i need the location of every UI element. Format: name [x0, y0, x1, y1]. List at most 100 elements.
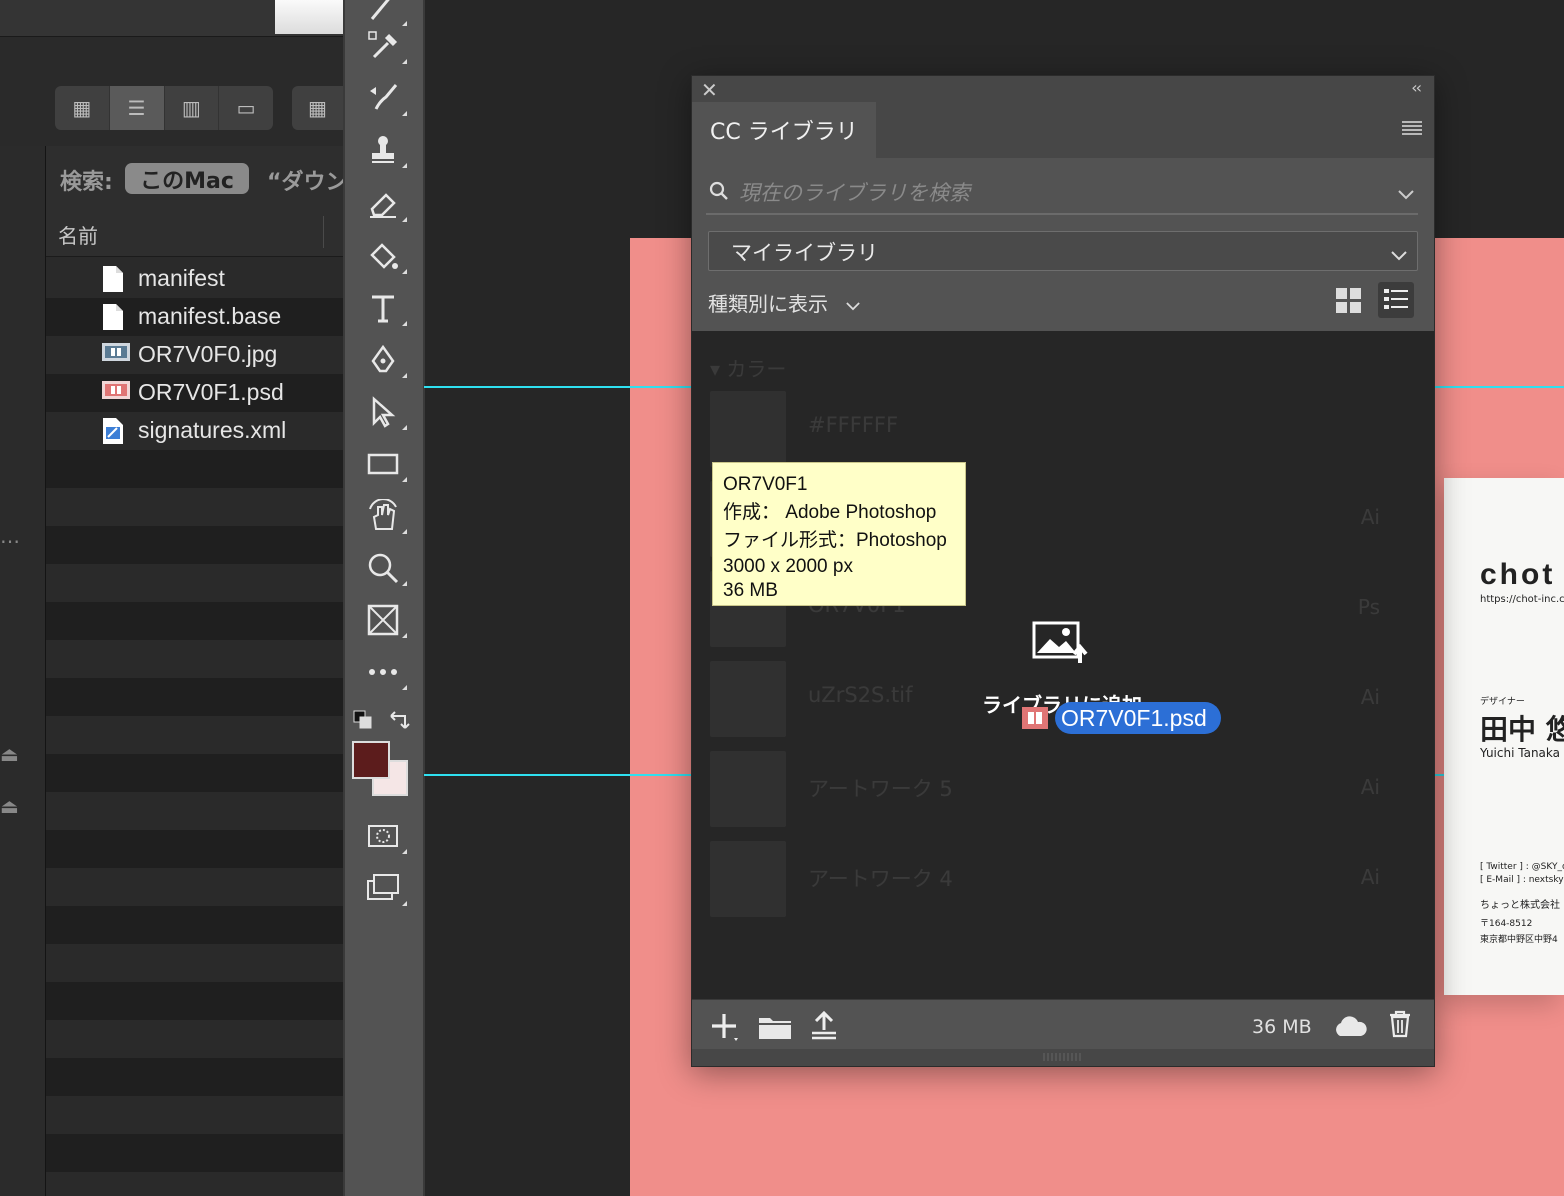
file-name: manifest.base	[138, 303, 282, 329]
file-row[interactable]: manifest.base	[46, 298, 343, 336]
view-mode-segmented-control: ▦ ☰ ▥ ▭	[55, 86, 273, 130]
tooltip-dimensions: 3000 x 2000 px	[723, 556, 853, 577]
tab-cc-libraries[interactable]: CC ライブラリ	[692, 102, 876, 158]
frame-tool-icon[interactable]	[359, 600, 407, 640]
xml-file-icon	[102, 417, 124, 445]
empty-row	[46, 602, 343, 640]
trash-icon[interactable]	[1388, 1010, 1412, 1038]
history-brush-icon[interactable]	[359, 78, 407, 118]
column-view-icon[interactable]: ▥	[165, 86, 220, 130]
eject-icon[interactable]: ⏏	[0, 742, 19, 766]
color-sampler-icon[interactable]	[359, 26, 407, 66]
column-divider[interactable]	[323, 216, 324, 248]
file-list: manifest manifest.base OR7V0F0.jpg OR7V0F1.…	[46, 260, 343, 1196]
eraser-icon[interactable]	[359, 184, 407, 224]
path-selection-icon[interactable]	[359, 392, 407, 432]
file-row[interactable]: OR7V0F0.jpg	[46, 336, 343, 374]
psd-file-icon	[1022, 707, 1048, 729]
empty-row	[46, 1134, 343, 1172]
screen-mode-icon[interactable]	[359, 868, 407, 908]
library-item[interactable]: アートワーク 4 Ai	[710, 841, 1410, 917]
file-row[interactable]: signatures.xml	[46, 412, 343, 450]
panel-menu-icon[interactable]	[1402, 120, 1422, 135]
file-row[interactable]: OR7V0F1.psd	[46, 374, 343, 412]
library-content-area[interactable]: ▾ カラー #FFFFFFAiOR7V0F1PsuZrS2S.tifAiアートワ…	[692, 331, 1434, 999]
collapse-icon[interactable]: ‹‹	[1411, 78, 1422, 97]
add-image-to-library-icon	[1032, 619, 1090, 665]
upload-icon[interactable]	[810, 1010, 838, 1040]
library-item-name: アートワーク 5	[808, 777, 953, 801]
folder-icon[interactable]	[758, 1014, 792, 1040]
empty-row	[46, 450, 343, 488]
empty-row	[46, 1020, 343, 1058]
library-search: 現在のライブラリを検索	[706, 171, 1418, 215]
library-item-app-badge: Ai	[1360, 505, 1380, 529]
default-colors-icon[interactable]	[353, 710, 373, 730]
card-company: ちょっと株式会社	[1480, 900, 1560, 911]
tooltip-title: OR7V0F1	[723, 474, 808, 495]
empty-row	[46, 1058, 343, 1096]
sidebar-ellipsis: …	[0, 524, 20, 548]
pen-tool-icon[interactable]	[359, 340, 407, 380]
chevron-down-icon[interactable]	[1398, 185, 1414, 200]
storage-size: 36 MB	[1252, 1016, 1312, 1038]
card-url: https://chot-inc.c	[1480, 594, 1564, 605]
swap-colors-icon[interactable]	[387, 708, 411, 732]
search-input[interactable]: 現在のライブラリを検索	[739, 177, 970, 207]
psd-file-icon	[102, 379, 130, 407]
jpg-file-icon	[102, 341, 130, 369]
more-tools-icon[interactable]	[359, 652, 407, 692]
panel-tab-bar: CC ライブラリ	[692, 102, 1434, 158]
tooltip-creator: 作成： Adobe Photoshop	[723, 502, 937, 523]
cloud-icon[interactable]	[1332, 1014, 1368, 1038]
library-item[interactable]: #FFFFFF	[710, 391, 1410, 467]
sort-label: 種類別に表示	[708, 292, 828, 316]
rectangle-tool-icon[interactable]	[359, 444, 407, 484]
close-icon[interactable]: ✕	[701, 78, 718, 102]
section-colors-header: ▾ カラー	[710, 357, 787, 381]
file-name: OR7V0F0.jpg	[138, 341, 278, 367]
empty-row	[46, 640, 343, 678]
scope-this-mac-button[interactable]: このMac	[125, 163, 249, 194]
document-icon	[102, 265, 124, 293]
eject-icon[interactable]: ⏏	[0, 794, 19, 818]
group-by-icon[interactable]: ▦	[292, 86, 343, 130]
scope-downloads-button[interactable]: “ダウン	[267, 164, 343, 196]
list-view-icon[interactable]: ☰	[109, 86, 165, 130]
library-item-name: #FFFFFF	[808, 413, 899, 437]
card-email: [ E-Mail ] : nextsky0	[1480, 875, 1564, 885]
paint-bucket-icon[interactable]	[359, 236, 407, 276]
type-tool-icon[interactable]	[359, 288, 407, 328]
icon-view-icon[interactable]: ▦	[55, 86, 110, 130]
quick-mask-icon[interactable]	[359, 816, 407, 856]
gallery-view-icon[interactable]: ▭	[219, 86, 273, 130]
empty-row	[46, 906, 343, 944]
library-item-app-badge: Ai	[1360, 685, 1380, 709]
brush-top-icon[interactable]	[359, 0, 407, 28]
empty-row	[46, 754, 343, 792]
list-view-icon[interactable]	[1378, 282, 1414, 318]
zoom-tool-icon[interactable]	[359, 548, 407, 588]
panel-bottom-bar: 36 MB	[692, 999, 1434, 1050]
rotate-view-hand-icon[interactable]	[359, 496, 407, 536]
stamp-icon[interactable]	[359, 130, 407, 170]
library-select[interactable]: マイライブラリ	[708, 231, 1418, 271]
panel-resize-grip[interactable]	[692, 1049, 1434, 1066]
search-label: 検索:	[60, 170, 113, 195]
grid-view-icon[interactable]	[1334, 286, 1364, 316]
section-colors-label: カラー	[726, 357, 787, 381]
library-item[interactable]: アートワーク 5 Ai	[710, 751, 1410, 827]
foreground-color-swatch[interactable]	[352, 741, 390, 779]
list-header: 名前	[46, 210, 343, 257]
file-row[interactable]: manifest	[46, 260, 343, 298]
card-postal: 〒164-8512	[1480, 919, 1533, 929]
empty-row	[46, 716, 343, 754]
file-name: manifest	[138, 265, 225, 291]
tools-panel	[343, 0, 425, 1196]
sort-by-type-dropdown[interactable]: 種類別に表示	[708, 288, 861, 317]
business-card-mockup: chot https://chot-inc.c デザイナー 田中 悠 Yuich…	[1444, 478, 1564, 995]
add-element-icon[interactable]	[710, 1012, 740, 1042]
column-header-name[interactable]: 名前	[58, 220, 98, 249]
finder-sidebar: … ⏏ ⏏	[0, 146, 46, 1196]
empty-row	[46, 868, 343, 906]
